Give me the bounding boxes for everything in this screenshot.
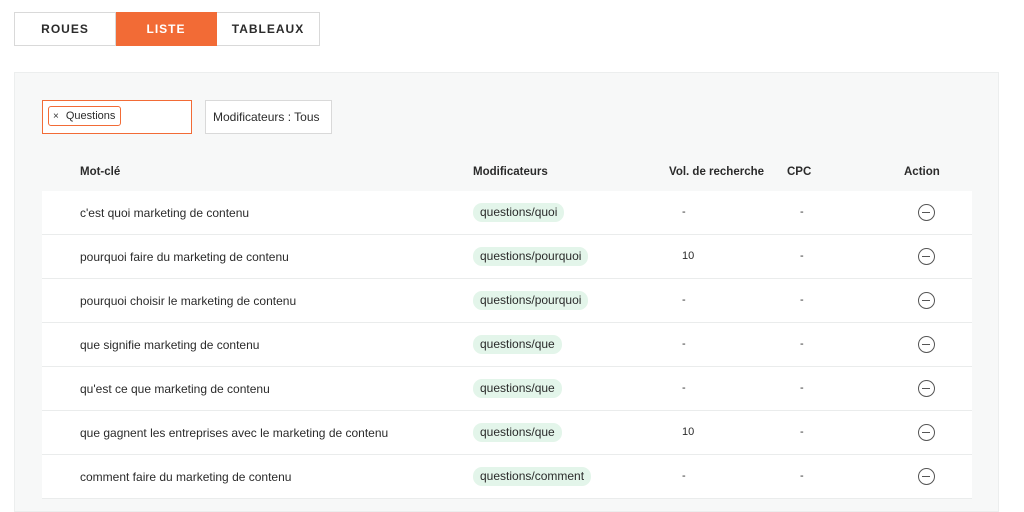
header-modifiers[interactable]: Modificateurs (473, 166, 548, 178)
row-keyword: comment faire du marketing de contenu (80, 470, 292, 484)
modifier-badge: questions/que (473, 335, 562, 354)
row-volume: - (682, 294, 686, 306)
row-volume: - (682, 470, 686, 482)
view-tabs: ROUES LISTE TABLEAUX (14, 12, 320, 46)
keyword-table-body: c'est quoi marketing de contenu question… (42, 191, 972, 499)
row-cpc: - (800, 250, 804, 262)
row-keyword: pourquoi faire du marketing de contenu (80, 250, 289, 264)
row-cpc: - (800, 338, 804, 350)
row-keyword: pourquoi choisir le marketing de contenu (80, 294, 297, 308)
remove-circle-icon[interactable] (918, 248, 935, 265)
header-search-volume[interactable]: Vol. de recherche (669, 166, 764, 178)
table-row: comment faire du marketing de contenu qu… (42, 455, 972, 499)
header-action: Action (904, 166, 940, 178)
modifier-badge: questions/que (473, 423, 562, 442)
row-cpc: - (800, 382, 804, 394)
modifier-badge: questions/comment (473, 467, 592, 486)
header-keyword[interactable]: Mot-clé (80, 166, 120, 178)
modifier-badge: questions/pourquoi (473, 291, 589, 310)
row-volume: - (682, 382, 686, 394)
row-keyword: que gagnent les entreprises avec le mark… (80, 426, 389, 440)
row-cpc: - (800, 426, 804, 438)
close-icon[interactable]: × (53, 111, 59, 122)
filter-input[interactable]: × Questions (42, 100, 192, 134)
remove-circle-icon[interactable] (918, 292, 935, 309)
filter-chip-label: Questions (65, 110, 116, 122)
table-row: pourquoi faire du marketing de contenu q… (42, 235, 972, 279)
table-row: c'est quoi marketing de contenu question… (42, 191, 972, 235)
results-panel: × Questions Modificateurs : Tous Mot-clé… (14, 72, 999, 512)
filter-chip-questions: × Questions (48, 106, 122, 126)
header-cpc[interactable]: CPC (787, 166, 811, 178)
remove-circle-icon[interactable] (918, 468, 935, 485)
tab-liste[interactable]: LISTE (116, 12, 217, 46)
modifier-badge: questions/pourquoi (473, 247, 589, 266)
row-keyword: que signifie marketing de contenu (80, 338, 260, 352)
table-row: que signifie marketing de contenu questi… (42, 323, 972, 367)
remove-circle-icon[interactable] (918, 424, 935, 441)
row-volume: - (682, 338, 686, 350)
remove-circle-icon[interactable] (918, 336, 935, 353)
row-keyword: qu'est ce que marketing de contenu (80, 382, 270, 396)
row-keyword: c'est quoi marketing de contenu (80, 206, 250, 220)
modifier-badge: questions/que (473, 379, 562, 398)
table-header: Mot-clé Modificateurs Vol. de recherche … (42, 157, 972, 191)
row-cpc: - (800, 294, 804, 306)
modifier-badge: questions/quoi (473, 203, 565, 222)
row-volume: - (682, 206, 686, 218)
remove-circle-icon[interactable] (918, 380, 935, 397)
row-volume: 10 (682, 426, 695, 438)
modifiers-dropdown[interactable]: Modificateurs : Tous (205, 100, 332, 134)
row-cpc: - (800, 206, 804, 218)
tab-roues[interactable]: ROUES (14, 12, 116, 46)
table-row: qu'est ce que marketing de contenu quest… (42, 367, 972, 411)
tab-tableaux[interactable]: TABLEAUX (217, 12, 320, 46)
row-cpc: - (800, 470, 804, 482)
table-row: pourquoi choisir le marketing de contenu… (42, 279, 972, 323)
table-row: que gagnent les entreprises avec le mark… (42, 411, 972, 455)
row-volume: 10 (682, 250, 695, 262)
remove-circle-icon[interactable] (918, 204, 935, 221)
